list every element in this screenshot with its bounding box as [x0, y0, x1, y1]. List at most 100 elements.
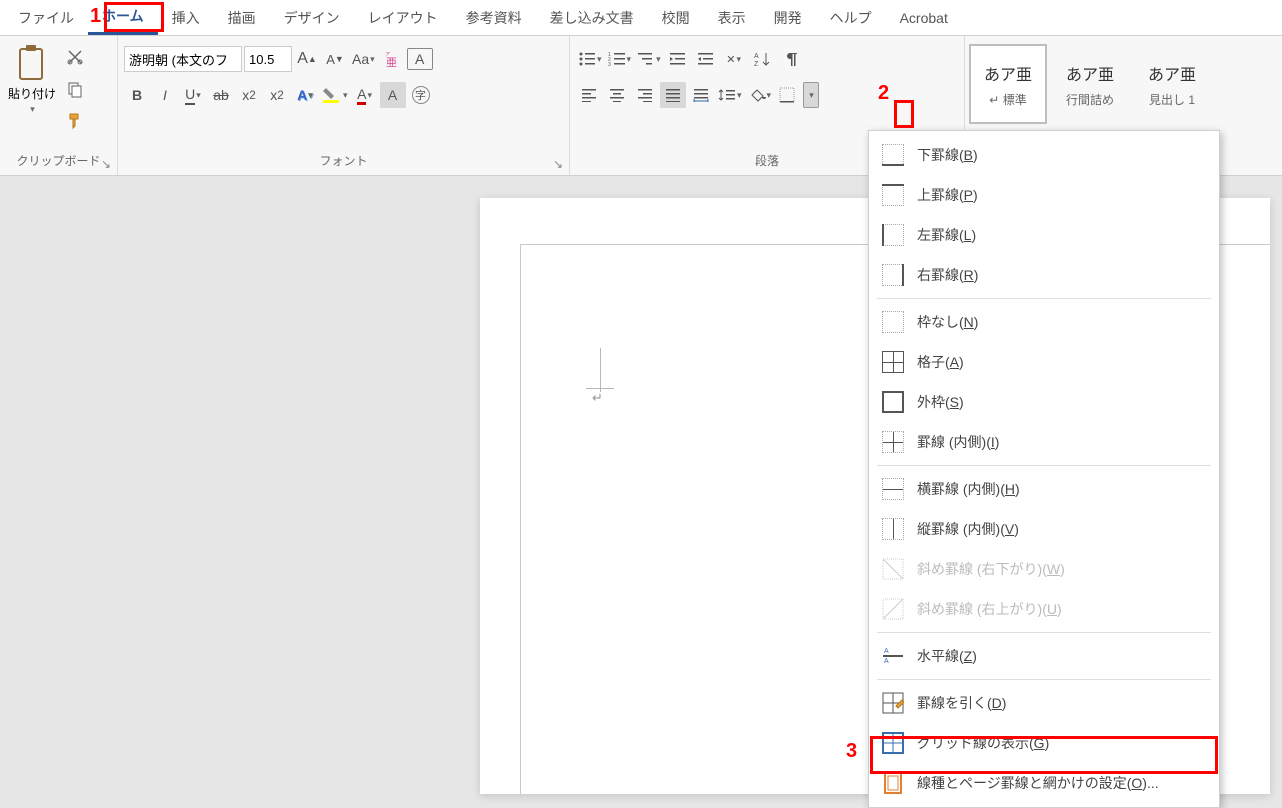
tab-design[interactable]: デザイン [270, 2, 354, 34]
dialog-launcher-icon[interactable]: ↘ [551, 157, 565, 171]
align-center-icon [609, 88, 625, 102]
group-font: A▲ A▼ Aa▾ ア亜 A B I U▾ ab x2 x2 A▾ ▾ A▾ A… [118, 36, 570, 175]
menu-border-right[interactable]: 右罫線(R) [869, 255, 1219, 295]
phonetic-guide-button[interactable]: ア亜 [379, 46, 405, 72]
tab-acrobat[interactable]: Acrobat [886, 4, 962, 32]
pilcrow-icon [782, 51, 798, 67]
font-color-button[interactable]: A▾ [352, 82, 378, 108]
align-left-button[interactable] [576, 82, 602, 108]
menu-separator [877, 465, 1211, 466]
enclose-char-button[interactable]: 字 [408, 82, 434, 108]
shrink-font-button[interactable]: A▼ [322, 46, 348, 72]
numbering-button[interactable]: 123▾ [606, 46, 634, 72]
svg-text:A: A [884, 658, 889, 665]
tab-developer[interactable]: 開発 [760, 2, 816, 34]
diag-down-icon [882, 558, 904, 580]
style-normal[interactable]: あア亜 ↵ 標準 [969, 44, 1047, 124]
shading-button[interactable]: ▾ [746, 82, 774, 108]
change-case-button[interactable]: Aa▾ [350, 46, 377, 72]
menu-border-left[interactable]: 左罫線(L) [869, 215, 1219, 255]
superscript-button[interactable]: x2 [264, 82, 290, 108]
tab-insert[interactable]: 挿入 [158, 2, 214, 34]
tab-references[interactable]: 参考資料 [452, 2, 536, 34]
svg-text:A: A [884, 648, 889, 655]
increase-indent-button[interactable] [693, 46, 719, 72]
highlight-button[interactable]: ▾ [320, 82, 350, 108]
tab-help[interactable]: ヘルプ [816, 2, 886, 34]
font-size-select[interactable] [244, 46, 292, 72]
ruby-icon: ア亜 [383, 50, 401, 68]
menu-separator [877, 298, 1211, 299]
justify-icon [665, 88, 681, 102]
tab-review[interactable]: 校閲 [648, 2, 704, 34]
tab-view[interactable]: 表示 [704, 2, 760, 34]
brush-icon [66, 112, 84, 130]
menu-border-none[interactable]: 枠なし(N) [869, 302, 1219, 342]
char-shading-button[interactable]: A [380, 82, 406, 108]
grow-font-button[interactable]: A▲ [294, 46, 320, 72]
callout-2: 2 [878, 82, 889, 105]
svg-text:3: 3 [608, 62, 611, 67]
bullets-button[interactable]: ▾ [576, 46, 604, 72]
menu-border-all[interactable]: 格子(A) [869, 342, 1219, 382]
menu-border-inside[interactable]: 罫線 (内側)(I) [869, 422, 1219, 462]
strikethrough-button[interactable]: ab [208, 82, 234, 108]
style-preview: あア亜 [1148, 61, 1196, 85]
menu-border-box[interactable]: 外枠(S) [869, 382, 1219, 422]
bullets-icon [578, 51, 596, 67]
justify-button[interactable] [660, 82, 686, 108]
borders-menu: 下罫線(B) 上罫線(P) 左罫線(L) 右罫線(R) 枠なし(N) 格子(A)… [868, 130, 1220, 808]
paste-label: 貼り付け [8, 85, 56, 102]
menu-border-inside-h[interactable]: 横罫線 (内側)(H) [869, 469, 1219, 509]
menu-horizontal-line[interactable]: AA水平線(Z) [869, 636, 1219, 676]
font-name-select[interactable] [124, 46, 242, 72]
copy-button[interactable] [62, 76, 88, 102]
tab-file[interactable]: ファイル [4, 2, 88, 34]
text-effects-button[interactable]: A▾ [292, 82, 318, 108]
bold-button[interactable]: B [124, 82, 150, 108]
align-right-button[interactable] [632, 82, 658, 108]
menu-border-diag-down: 斜め罫線 (右下がり)(W) [869, 549, 1219, 589]
menu-border-top[interactable]: 上罫線(P) [869, 175, 1219, 215]
subscript-button[interactable]: x2 [236, 82, 262, 108]
tab-mailings[interactable]: 差し込み文書 [536, 2, 648, 34]
cut-button[interactable] [62, 44, 88, 70]
paragraph-mark-icon: ↵ [592, 390, 603, 406]
align-center-button[interactable] [604, 82, 630, 108]
page-border-icon [882, 772, 904, 794]
show-marks-button[interactable] [777, 46, 803, 72]
multilevel-icon [637, 51, 655, 67]
outdent-icon [669, 51, 687, 67]
tab-draw[interactable]: 描画 [214, 2, 270, 34]
menu-border-bottom[interactable]: 下罫線(B) [869, 135, 1219, 175]
style-preview: あア亜 [984, 61, 1032, 85]
indent-icon [697, 51, 715, 67]
style-no-spacing[interactable]: あア亜 行間詰め [1051, 44, 1129, 124]
borders-dropdown-button[interactable]: ▾ [803, 82, 819, 108]
ribbon-tabs: ファイル ホーム 挿入 描画 デザイン レイアウト 参考資料 差し込み文書 校閲… [0, 0, 1282, 36]
underline-button[interactable]: U▾ [180, 82, 206, 108]
borders-button[interactable] [775, 82, 801, 108]
menu-border-inside-v[interactable]: 縦罫線 (内側)(V) [869, 509, 1219, 549]
chevron-down-icon: ▾ [30, 104, 35, 115]
dialog-launcher-icon[interactable]: ↘ [99, 157, 113, 171]
line-spacing-button[interactable]: ▾ [716, 82, 744, 108]
callout-3: 3 [846, 740, 857, 763]
bucket-icon [748, 87, 766, 103]
paste-button[interactable]: 貼り付け ▾ [6, 40, 58, 118]
format-painter-button[interactable] [62, 108, 88, 134]
scissors-icon [66, 48, 84, 66]
tab-layout[interactable]: レイアウト [354, 2, 452, 34]
italic-button[interactable]: I [152, 82, 178, 108]
enclose-characters-button[interactable]: A [407, 48, 433, 70]
menu-separator [877, 632, 1211, 633]
highlighter-icon [322, 86, 342, 104]
menu-draw-border[interactable]: 罫線を引く(D) [869, 683, 1219, 723]
decrease-indent-button[interactable] [665, 46, 691, 72]
style-name: 行間詰め [1066, 91, 1114, 108]
multilevel-list-button[interactable]: ▾ [635, 46, 663, 72]
sort-button[interactable]: AZ [749, 46, 775, 72]
distribute-button[interactable] [688, 82, 714, 108]
text-direction-button[interactable]: ✕▾ [721, 46, 747, 72]
style-heading1[interactable]: あア亜 見出し 1 [1133, 44, 1211, 124]
